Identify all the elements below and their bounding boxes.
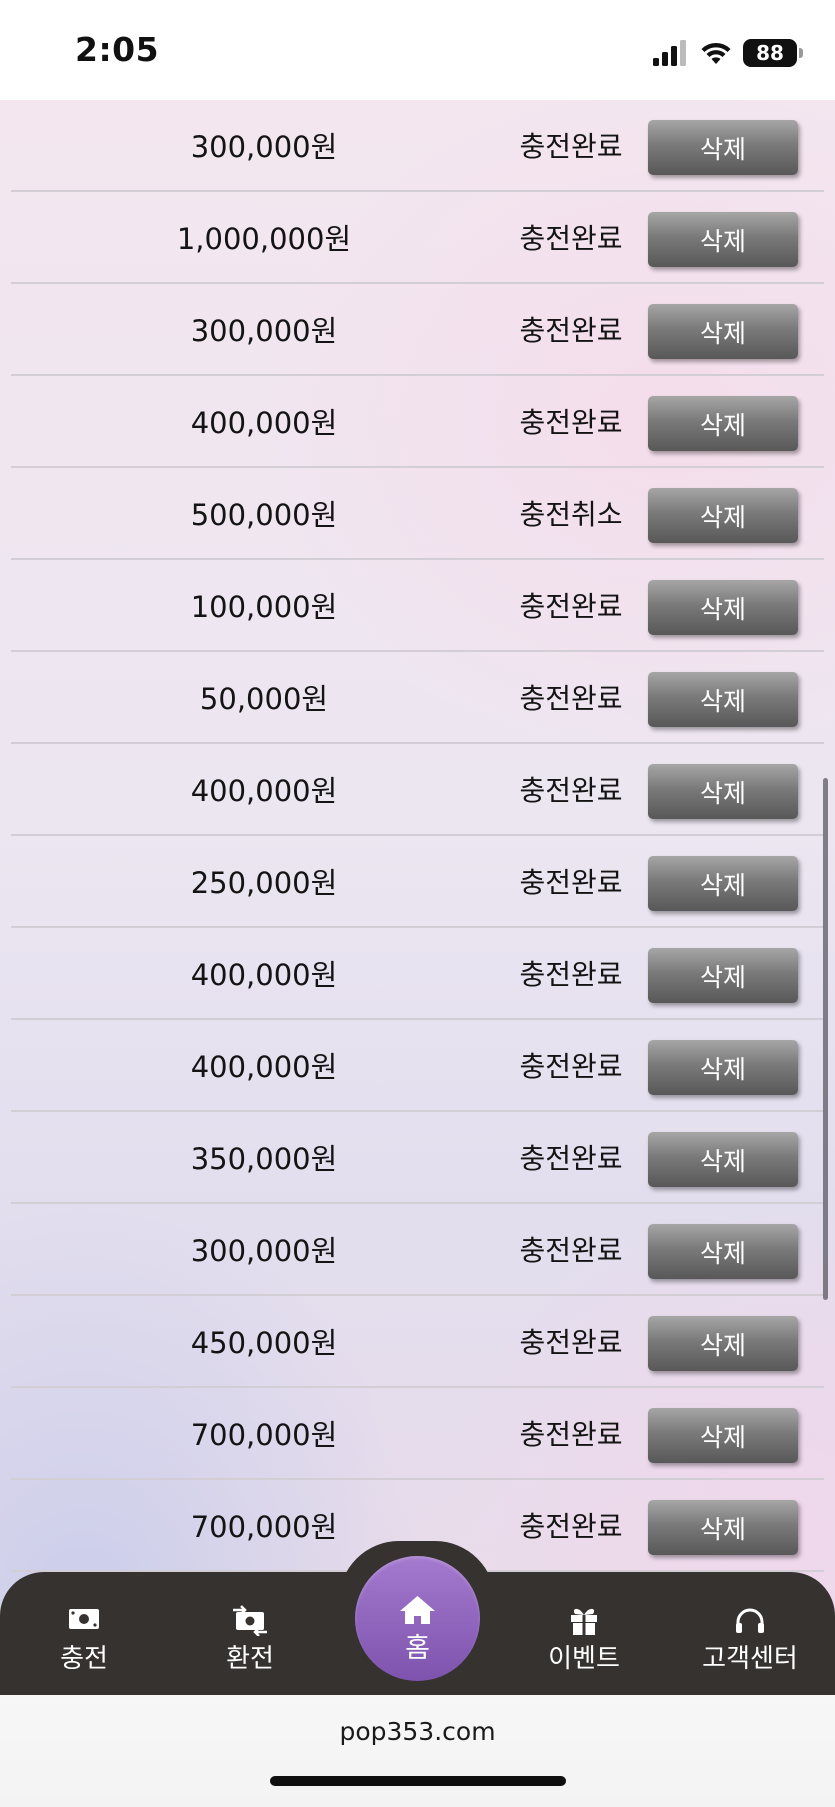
- delete-button[interactable]: 삭제: [648, 1224, 798, 1279]
- list-item: 450,000원 충전완료 삭제: [11, 1296, 824, 1388]
- list-item: 50,000원 충전완료 삭제: [11, 652, 824, 744]
- home-indicator[interactable]: [270, 1776, 566, 1786]
- charge-status: 충전완료: [519, 130, 623, 163]
- home-icon: [400, 1596, 435, 1624]
- delete-button[interactable]: 삭제: [648, 488, 798, 543]
- list-item: 300,000원 충전완료 삭제: [11, 284, 824, 376]
- nav-home-label: 홈: [405, 1633, 430, 1664]
- charge-amount: 500,000원: [190, 498, 338, 532]
- charge-status: 충전완료: [519, 1510, 623, 1543]
- delete-button[interactable]: 삭제: [648, 212, 798, 267]
- nav-support-label: 고객센터: [702, 1644, 798, 1674]
- url-text[interactable]: pop353.com: [0, 1717, 835, 1746]
- delete-button[interactable]: 삭제: [648, 1132, 798, 1187]
- charge-status: 충전완료: [519, 1142, 623, 1175]
- charge-amount: 250,000원: [190, 866, 338, 900]
- charge-amount: 400,000원: [190, 958, 338, 992]
- list-item: 400,000원 충전완료 삭제: [11, 928, 824, 1020]
- status-icons: 88: [653, 36, 803, 70]
- list-item: 400,000원 충전완료 삭제: [11, 376, 824, 468]
- list-item: 1,000,000원 충전완료 삭제: [11, 192, 824, 284]
- charge-amount: 1,000,000원: [176, 222, 352, 256]
- status-time: 2:05: [75, 30, 160, 69]
- charge-amount: 400,000원: [190, 1050, 338, 1084]
- charge-status: 충전완료: [519, 1326, 623, 1359]
- nav-event-label: 이벤트: [548, 1644, 620, 1674]
- charge-status: 충전완료: [519, 1234, 623, 1267]
- charge-amount: 50,000원: [199, 682, 329, 716]
- delete-button[interactable]: 삭제: [648, 1408, 798, 1463]
- list-item: 700,000원 충전완료 삭제: [11, 1388, 824, 1480]
- nav-exchange-label: 환전: [226, 1644, 274, 1674]
- wifi-icon: [701, 42, 731, 64]
- charge-amount: 100,000원: [190, 590, 338, 624]
- list-item: 400,000원 충전완료 삭제: [11, 744, 824, 836]
- list-item: 300,000원 충전완료 삭제: [11, 100, 824, 192]
- headset-icon: [736, 1608, 764, 1633]
- charge-status: 충전완료: [519, 314, 623, 347]
- nav-home[interactable]: 홈: [355, 1556, 480, 1681]
- cash-icon: [69, 1609, 99, 1629]
- nav-exchange[interactable]: 환전: [175, 1604, 325, 1674]
- charge-status: 충전완료: [519, 774, 623, 807]
- charge-status: 충전완료: [519, 1418, 623, 1451]
- list-item: 350,000원 충전완료 삭제: [11, 1112, 824, 1204]
- delete-button[interactable]: 삭제: [648, 672, 798, 727]
- scrollbar[interactable]: [823, 778, 828, 1300]
- delete-button[interactable]: 삭제: [648, 948, 798, 1003]
- charge-status: 충전완료: [519, 222, 623, 255]
- charge-amount: 300,000원: [190, 314, 338, 348]
- delete-button[interactable]: 삭제: [648, 120, 798, 175]
- delete-button[interactable]: 삭제: [648, 1500, 798, 1555]
- charge-amount: 700,000원: [190, 1510, 338, 1544]
- nav-charge[interactable]: 충전: [9, 1604, 159, 1674]
- delete-button[interactable]: 삭제: [648, 304, 798, 359]
- charge-amount: 400,000원: [190, 774, 338, 808]
- nav-charge-label: 충전: [60, 1644, 108, 1674]
- charge-status: 충전완료: [519, 866, 623, 899]
- delete-button[interactable]: 삭제: [648, 1040, 798, 1095]
- list-item: 400,000원 충전완료 삭제: [11, 1020, 824, 1112]
- list-item: 500,000원 충전취소 삭제: [11, 468, 824, 560]
- nav-support[interactable]: 고객센터: [675, 1604, 825, 1674]
- history-rows: 300,000원 충전완료 삭제 1,000,000원 충전완료 삭제 300,000원 충전…: [11, 100, 824, 1572]
- charge-status: 충전취소: [519, 498, 623, 531]
- charge-amount: 700,000원: [190, 1418, 338, 1452]
- charge-history-list[interactable]: 300,000원 충전완료 삭제 1,000,000원 충전완료 삭제 300,000원 충전…: [0, 100, 835, 1695]
- charge-amount: 300,000원: [190, 130, 338, 164]
- charge-status: 충전완료: [519, 958, 623, 991]
- charge-amount: 450,000원: [190, 1326, 338, 1360]
- exchange-icon: [233, 1605, 267, 1636]
- charge-amount: 300,000원: [190, 1234, 338, 1268]
- browser-url-bar[interactable]: pop353.com: [0, 1695, 835, 1807]
- charge-amount: 350,000원: [190, 1142, 338, 1176]
- delete-button[interactable]: 삭제: [648, 580, 798, 635]
- charge-status: 충전완료: [519, 590, 623, 623]
- list-item: 250,000원 충전완료 삭제: [11, 836, 824, 928]
- delete-button[interactable]: 삭제: [648, 1316, 798, 1371]
- delete-button[interactable]: 삭제: [648, 856, 798, 911]
- gift-icon: [571, 1608, 597, 1635]
- list-item: 300,000원 충전완료 삭제: [11, 1204, 824, 1296]
- status-bar: 2:05 88: [0, 0, 835, 100]
- nav-event[interactable]: 이벤트: [509, 1604, 659, 1674]
- charge-status: 충전완료: [519, 406, 623, 439]
- battery-icon: 88: [743, 39, 803, 67]
- charge-status: 충전완료: [519, 682, 623, 715]
- delete-button[interactable]: 삭제: [648, 396, 798, 451]
- charge-amount: 400,000원: [190, 406, 338, 440]
- battery-level: 88: [756, 41, 784, 65]
- list-item: 100,000원 충전완료 삭제: [11, 560, 824, 652]
- charge-status: 충전완료: [519, 1050, 623, 1083]
- signal-icon: [653, 40, 686, 66]
- delete-button[interactable]: 삭제: [648, 764, 798, 819]
